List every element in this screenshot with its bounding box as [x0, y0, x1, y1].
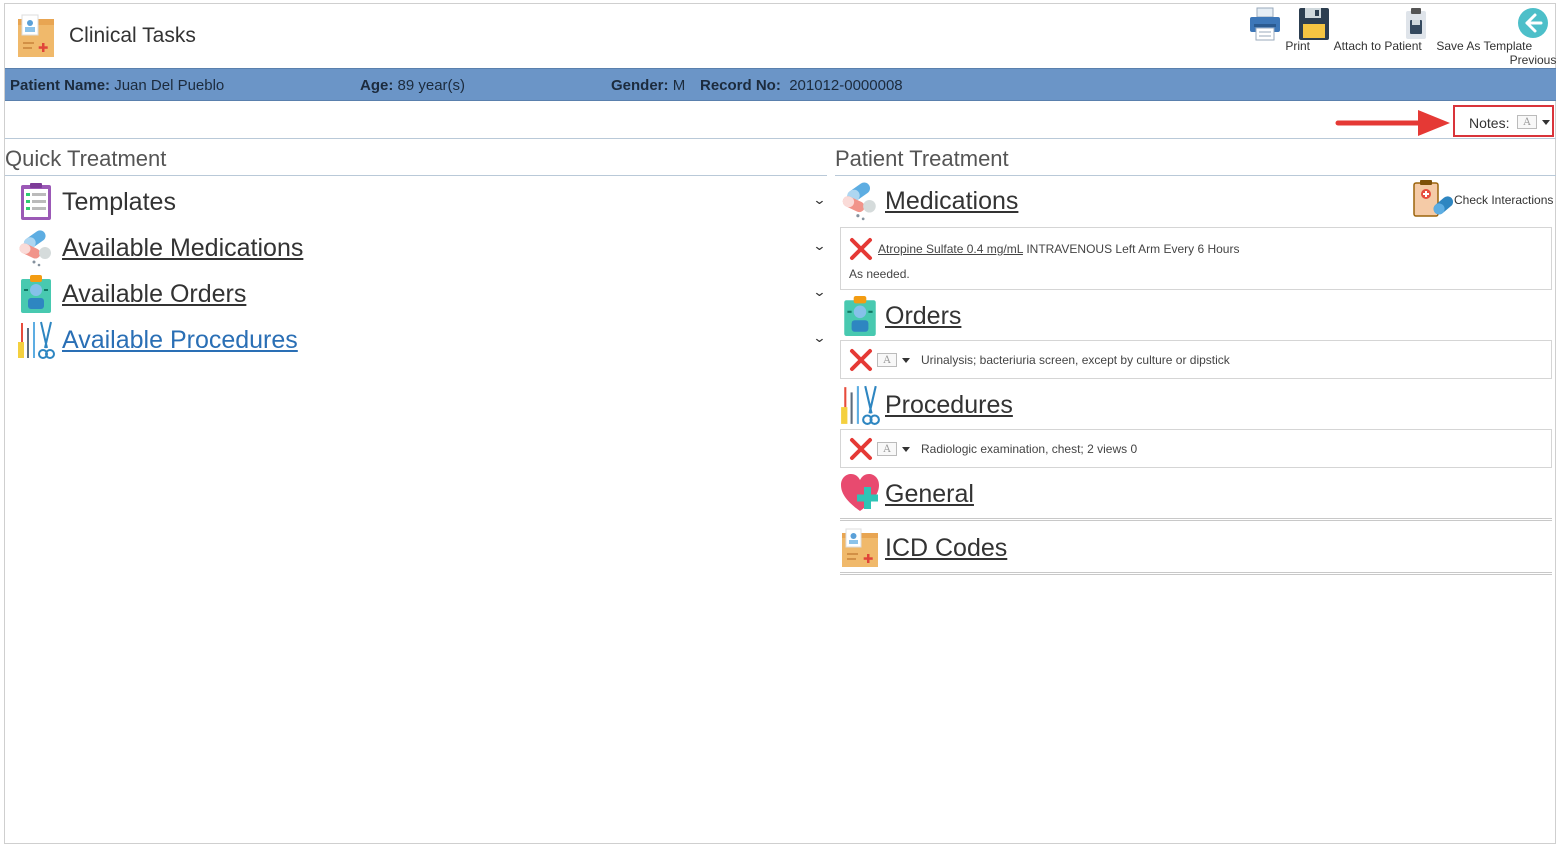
- available-orders-link[interactable]: Available Orders: [62, 280, 246, 309]
- medication-name-link[interactable]: Atropine Sulfate 0.4 mg/mL: [878, 242, 1023, 256]
- orders-link[interactable]: Orders: [885, 302, 961, 331]
- remove-icon[interactable]: [849, 348, 873, 372]
- available-medications-link[interactable]: Available Medications: [62, 234, 303, 263]
- caret-down-icon: [902, 446, 910, 452]
- order-notes-dropdown[interactable]: A: [877, 353, 910, 367]
- notes-text-icon: A: [877, 353, 897, 367]
- medications-section-header[interactable]: Medications: [840, 180, 1018, 222]
- printer-icon: [1250, 7, 1280, 41]
- available-procedures-link[interactable]: Available Procedures: [62, 326, 298, 355]
- procedures-link[interactable]: Procedures: [885, 391, 1013, 420]
- icd-section-divider: [840, 572, 1552, 575]
- orders-section-header[interactable]: Orders: [840, 295, 961, 337]
- templates-label: Templates: [62, 187, 176, 216]
- general-link[interactable]: General: [885, 480, 974, 509]
- quick-item-templates[interactable]: Templates: [17, 181, 176, 223]
- patient-treatment-title: Patient Treatment: [835, 146, 1009, 171]
- previous-button[interactable]: Previous: [1504, 6, 1562, 67]
- procedures-section-header[interactable]: Procedures: [840, 384, 1013, 426]
- chevron-down-icon[interactable]: ⌄: [812, 238, 826, 254]
- quick-item-available-procedures[interactable]: Available Procedures: [17, 319, 298, 361]
- notes-control: Notes: A: [1453, 105, 1554, 137]
- red-arrow-annotation: [1335, 110, 1450, 136]
- quick-treatment-title: Quick Treatment: [5, 146, 167, 171]
- quick-item-available-orders[interactable]: Available Orders: [17, 273, 246, 315]
- floppy-disk-icon: [1299, 8, 1329, 40]
- procedure-notes-dropdown[interactable]: A: [877, 442, 910, 456]
- patient-name: Patient Name: Juan Del Pueblo: [10, 77, 225, 94]
- previous-label: Previous: [1509, 53, 1557, 67]
- medication-line: Atropine Sulfate 0.4 mg/mL INTRAVENOUS L…: [878, 242, 1239, 256]
- notes-text-icon: A: [1517, 115, 1537, 129]
- icd-codes-link[interactable]: ICD Codes: [885, 534, 1007, 563]
- orders-icon: [844, 296, 876, 336]
- procedure-description: Radiologic examination, chest; 2 views 0: [921, 442, 1138, 456]
- notes-label: Notes:: [1469, 115, 1510, 131]
- chevron-down-icon[interactable]: ⌄: [812, 284, 826, 300]
- check-interactions-button[interactable]: Check Interactions: [1412, 180, 1553, 220]
- procedure-entry: A Radiologic examination, chest; 2 views…: [840, 429, 1552, 468]
- caret-down-icon: [902, 357, 910, 363]
- medication-details: INTRAVENOUS Left Arm Every 6 Hours: [1026, 242, 1240, 256]
- app-frame: [4, 3, 1556, 844]
- procedures-icon: [18, 321, 55, 359]
- procedures-icon: [841, 385, 880, 425]
- patient-info-bar: Patient Name: Juan Del Pueblo Age: 89 ye…: [5, 68, 1556, 101]
- page-title: Clinical Tasks: [69, 24, 196, 47]
- patient-record-no: Record No: 201012-0000008: [700, 77, 903, 94]
- icd-codes-section-header[interactable]: ICD Codes: [840, 527, 1007, 569]
- divider: [5, 175, 827, 176]
- notes-dropdown[interactable]: A: [1517, 115, 1550, 129]
- pills-icon: [842, 182, 876, 221]
- patient-age: Age: 89 year(s): [360, 77, 466, 94]
- chevron-down-icon[interactable]: ⌄: [812, 192, 826, 208]
- caret-down-icon: [1542, 119, 1550, 125]
- general-section-header[interactable]: General: [840, 473, 974, 515]
- divider: [835, 175, 1556, 176]
- check-interactions-icon: [1413, 180, 1454, 217]
- heart-plus-icon: [841, 474, 879, 511]
- orders-icon: [21, 275, 51, 313]
- medication-entry: Atropine Sulfate 0.4 mg/mL INTRAVENOUS L…: [840, 227, 1552, 290]
- remove-icon[interactable]: [849, 237, 873, 261]
- back-arrow-icon: [1518, 8, 1548, 38]
- icd-folder-icon: [842, 528, 878, 567]
- patient-gender: Gender: M: [611, 77, 686, 94]
- medications-link[interactable]: Medications: [885, 187, 1018, 216]
- order-description: Urinalysis; bacteriuria screen, except b…: [921, 353, 1230, 367]
- pills-icon: [19, 230, 51, 267]
- remove-icon[interactable]: [849, 437, 873, 461]
- chevron-down-icon[interactable]: ⌄: [812, 330, 826, 346]
- quick-item-available-medications[interactable]: Available Medications: [17, 227, 303, 269]
- divider: [5, 138, 1556, 139]
- general-section-divider: [840, 518, 1552, 521]
- medication-note: As needed.: [849, 267, 910, 281]
- notes-text-icon: A: [877, 442, 897, 456]
- clinical-tasks-icon: [18, 14, 54, 57]
- check-interactions-label: Check Interactions: [1454, 193, 1554, 207]
- clipboard-save-icon: [1406, 8, 1426, 39]
- order-entry: A Urinalysis; bacteriuria screen, except…: [840, 340, 1552, 379]
- templates-icon: [21, 183, 51, 220]
